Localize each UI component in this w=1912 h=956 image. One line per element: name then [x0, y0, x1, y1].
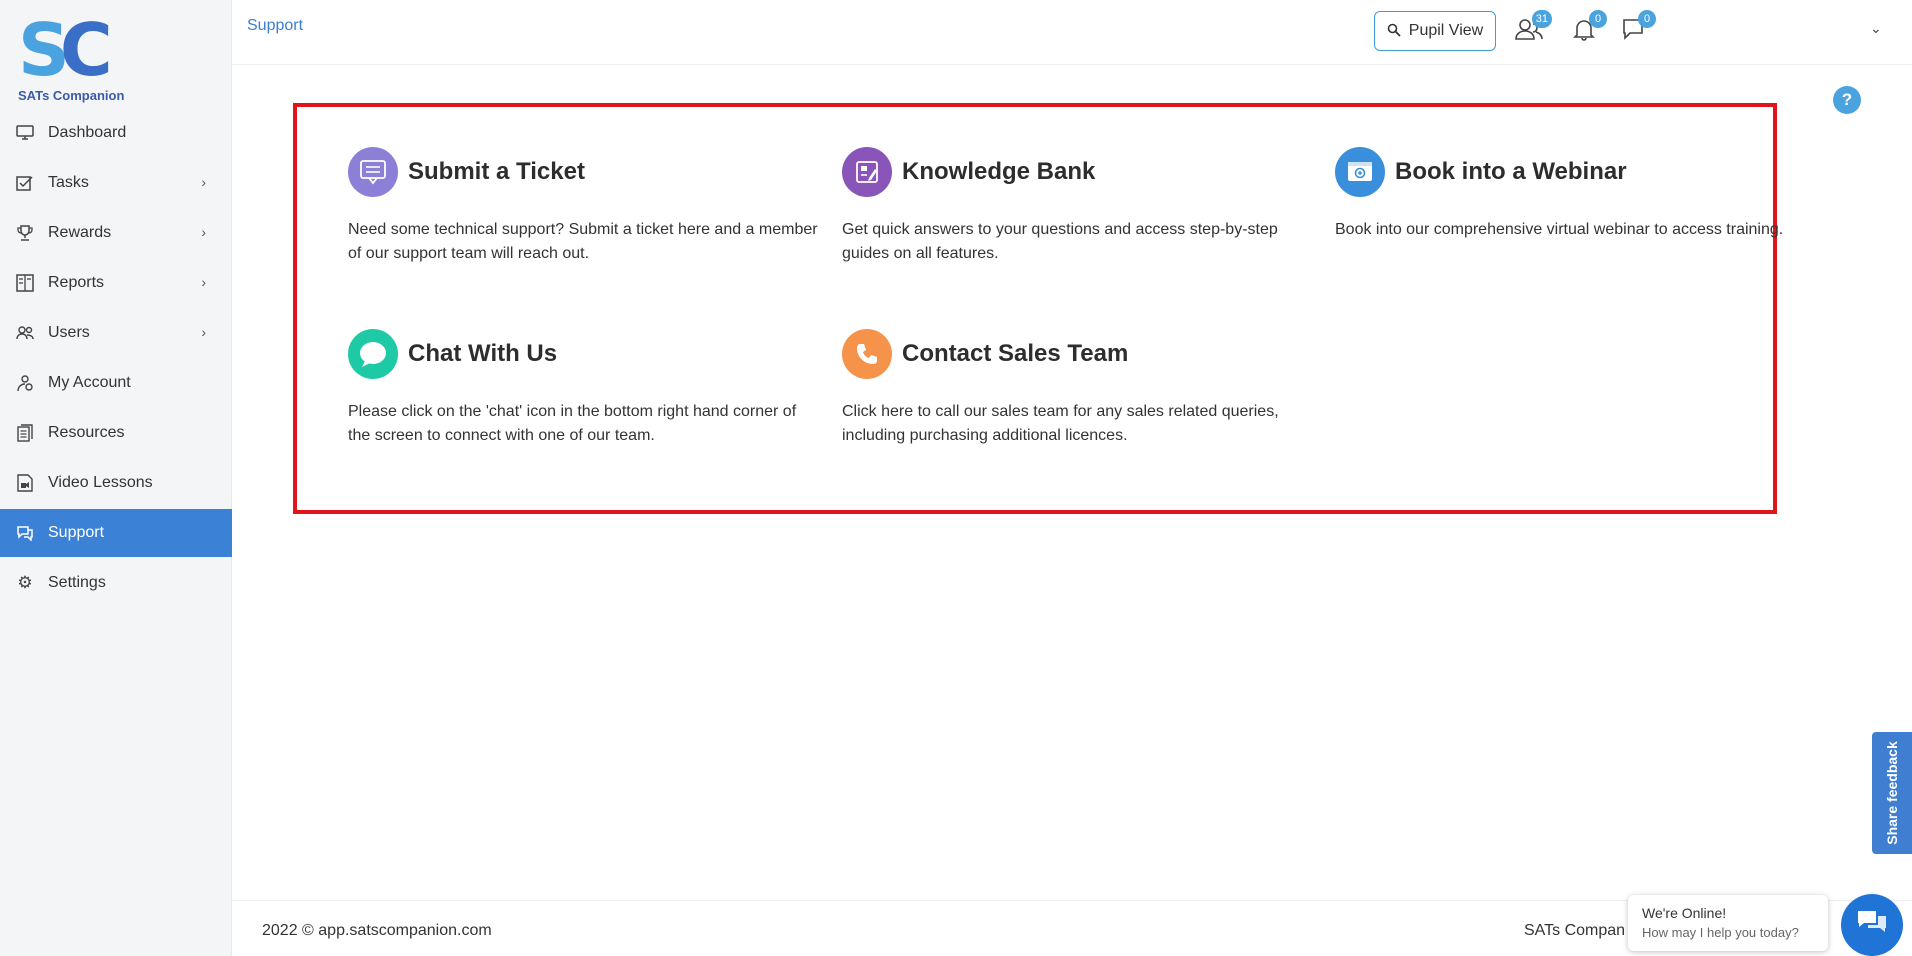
video-icon: [16, 474, 34, 492]
chevron-down-icon[interactable]: ⌄: [1870, 20, 1882, 37]
phone-icon: [842, 329, 892, 379]
sidebar-item-label: Rewards: [48, 224, 112, 241]
chat-bubbles-icon: [16, 524, 34, 542]
submit-ticket-card[interactable]: Submit a Ticket Need some technical supp…: [348, 147, 818, 266]
chat-greeting-popup[interactable]: We're Online! How may I help you today?: [1628, 895, 1828, 951]
ticket-icon: [348, 147, 398, 197]
sidebar-item-video-lessons[interactable]: Video Lessons: [0, 459, 232, 507]
sidebar-item-label: My Account: [48, 374, 131, 391]
contact-sales-card[interactable]: Contact Sales Team Click here to call ou…: [842, 329, 1312, 448]
sidebar-item-label: Support: [48, 524, 105, 541]
logo-mark: SC: [18, 14, 128, 86]
trophy-icon: [16, 224, 34, 242]
chevron-right-icon: ›: [201, 274, 206, 290]
support-options-panel: Submit a Ticket Need some technical supp…: [293, 103, 1783, 514]
chat-bubbles-icon: [1855, 908, 1889, 943]
chevron-right-icon: ›: [201, 324, 206, 340]
sidebar-item-dashboard[interactable]: Dashboard: [0, 109, 232, 157]
webinar-icon: [1335, 147, 1385, 197]
logo-text: SATs Companion: [18, 88, 125, 103]
chat-greeting-title: We're Online!: [1642, 905, 1727, 921]
sidebar-item-settings[interactable]: ⚙ Settings: [0, 559, 232, 607]
sats-companion-logo[interactable]: SC SATs Companion: [18, 14, 128, 104]
breadcrumb[interactable]: Support: [247, 17, 303, 35]
search-icon: [1387, 23, 1401, 40]
messages-badge: 0: [1638, 10, 1656, 28]
sidebar-item-my-account[interactable]: My Account: [0, 359, 232, 407]
chat-with-us-card[interactable]: Chat With Us Please click on the 'chat' …: [348, 329, 818, 448]
chevron-right-icon: ›: [201, 174, 206, 190]
resources-icon: [16, 424, 34, 442]
logo-letter-s: S: [18, 8, 70, 92]
knowledge-bank-card[interactable]: Knowledge Bank Get quick answers to your…: [842, 147, 1312, 266]
users-badge: 31: [1531, 10, 1552, 28]
users-menu-button[interactable]: 31: [1514, 10, 1552, 46]
sidebar-item-reports[interactable]: Reports ›: [0, 259, 232, 307]
sidebar-item-resources[interactable]: Resources: [0, 409, 232, 457]
sidebar-item-rewards[interactable]: Rewards ›: [0, 209, 232, 257]
gear-icon: ⚙: [17, 573, 33, 592]
sidebar-item-label: Video Lessons: [48, 474, 153, 491]
top-header: Support Pupil View 31 0 0 ⌄: [232, 0, 1912, 65]
card-title: Book into a Webinar: [1395, 158, 1627, 185]
monitor-icon: [16, 124, 34, 142]
sidebar-item-users[interactable]: Users ›: [0, 309, 232, 357]
sidebar-item-tasks[interactable]: Tasks ›: [0, 159, 232, 207]
card-description: Book into our comprehensive virtual webi…: [1335, 221, 1784, 238]
notifications-badge: 0: [1589, 10, 1607, 28]
sidebar-nav: Dashboard Tasks › Rewards › Reports › Us…: [0, 109, 232, 609]
sidebar-item-label: Resources: [48, 424, 125, 441]
sidebar-item-support[interactable]: Support: [0, 509, 232, 557]
live-chat-button[interactable]: [1841, 894, 1903, 956]
tasks-icon: [16, 174, 34, 192]
chat-icon: [348, 329, 398, 379]
share-feedback-label: Share feedback: [1884, 741, 1900, 845]
knowledge-icon: [842, 147, 892, 197]
sidebar-item-label: Tasks: [48, 174, 89, 191]
book-webinar-card[interactable]: Book into a Webinar Book into our compre…: [1335, 147, 1805, 242]
card-title: Chat With Us: [408, 340, 558, 367]
card-description: Need some technical support? Submit a ti…: [348, 221, 818, 262]
card-title: Submit a Ticket: [408, 158, 585, 185]
card-description: Click here to call our sales team for an…: [842, 403, 1279, 444]
footer-copyright: 2022 © app.satscompanion.com: [262, 922, 492, 939]
footer-brand: SATs Compan: [1524, 922, 1626, 939]
chevron-right-icon: ›: [201, 224, 206, 240]
help-button[interactable]: ?: [1833, 86, 1861, 114]
sidebar-item-label: Settings: [48, 574, 106, 591]
sidebar-item-label: Users: [48, 324, 90, 341]
messages-button[interactable]: 0: [1618, 10, 1656, 46]
card-description: Get quick answers to your questions and …: [842, 221, 1278, 262]
share-feedback-tab[interactable]: Share feedback: [1872, 732, 1912, 854]
pupil-view-button[interactable]: Pupil View: [1374, 11, 1496, 51]
pupil-view-label: Pupil View: [1408, 22, 1484, 39]
sidebar-item-label: Reports: [48, 274, 105, 291]
sidebar-item-label: Dashboard: [48, 124, 127, 141]
logo-letter-c: C: [59, 8, 113, 92]
chat-greeting-subtitle: How may I help you today?: [1642, 925, 1799, 940]
sidebar: SC SATs Companion Dashboard Tasks › Rewa…: [0, 0, 232, 956]
notifications-button[interactable]: 0: [1569, 10, 1607, 46]
reports-icon: [16, 274, 34, 292]
card-title: Contact Sales Team: [902, 340, 1129, 367]
card-description: Please click on the 'chat' icon in the b…: [348, 403, 797, 444]
account-icon: [16, 374, 34, 392]
users-icon: [16, 324, 34, 342]
card-title: Knowledge Bank: [902, 158, 1096, 185]
